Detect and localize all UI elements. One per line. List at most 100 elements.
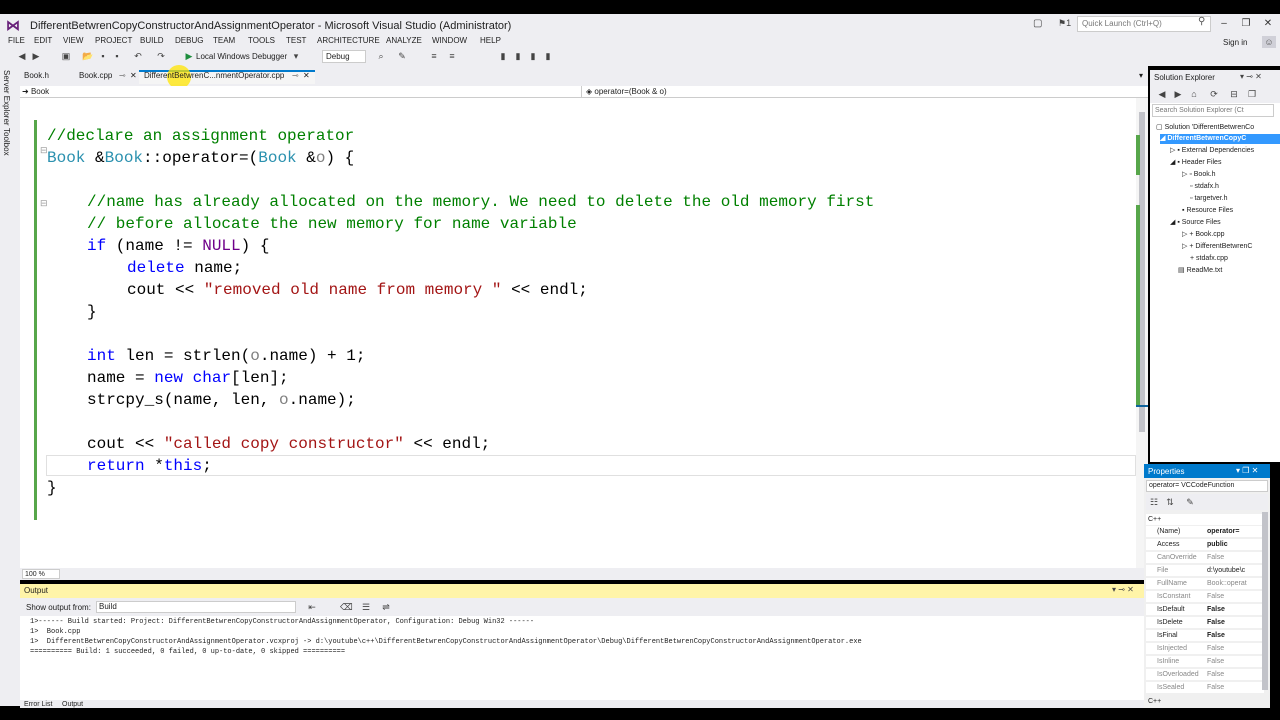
uncomment-icon[interactable]: ≡ <box>446 50 458 62</box>
tree-item-external-deps[interactable]: ▷ ▪ External Dependencies <box>1170 146 1254 156</box>
code-line-11[interactable]: int len = strlen(o.name) + 1; <box>87 345 365 367</box>
back-icon[interactable]: ◀ <box>16 50 28 62</box>
undo-icon[interactable]: ↶ <box>132 50 144 62</box>
tab-output[interactable]: Output <box>62 701 83 708</box>
code-line-1[interactable]: //declare an assignment operator <box>47 125 354 147</box>
property-row[interactable]: FullName Book::operat <box>1146 578 1264 590</box>
local-windows-debugger-button[interactable]: Local Windows Debugger <box>196 50 287 63</box>
property-row[interactable]: CanOverride False <box>1146 552 1264 564</box>
property-row[interactable]: IsDelete False <box>1146 617 1264 629</box>
home-icon[interactable]: ⌂ <box>1188 88 1200 100</box>
menu-view[interactable]: VIEW <box>63 36 83 46</box>
tree-item-targetver-h[interactable]: ▫ targetver.h <box>1190 194 1228 204</box>
collapse-outline-icon[interactable]: ⊟ <box>40 198 48 209</box>
alphabetical-icon[interactable]: ⇅ <box>1164 496 1176 508</box>
clear-bookmarks-icon[interactable]: ▮ <box>542 50 554 62</box>
tree-item-stdafx-cpp[interactable]: + stdafx.cpp <box>1190 254 1228 264</box>
output-text-area[interactable] <box>20 616 1144 700</box>
close-tab-icon[interactable]: ✕ <box>130 71 137 80</box>
code-line-5[interactable]: // before allocate the new memory for na… <box>87 213 577 235</box>
forward-icon[interactable]: ▶ <box>30 50 42 62</box>
menu-help[interactable]: HELP <box>480 36 501 46</box>
properties-controls[interactable]: ▾ ❐ ✕ <box>1236 466 1258 475</box>
code-line-8[interactable]: cout << "removed old name from memory " … <box>127 279 588 301</box>
clear-all-icon[interactable]: ⌫ <box>340 601 353 613</box>
quick-launch-input[interactable]: Quick Launch (Ctrl+Q) <box>1077 16 1211 32</box>
tree-item-readme[interactable]: ▤ ReadMe.txt <box>1178 266 1222 276</box>
new-project-icon[interactable]: ▣ <box>60 50 72 62</box>
toggle-wrap-icon[interactable]: ⇌ <box>380 601 392 613</box>
toolbox-tab[interactable]: Toolbox <box>2 128 11 156</box>
next-bookmark-icon[interactable]: ▮ <box>527 50 539 62</box>
menu-test[interactable]: TEST <box>286 36 306 46</box>
code-line-12[interactable]: name = new char[len]; <box>87 367 289 389</box>
tree-item-resource-files[interactable]: ▪ Resource Files <box>1182 206 1233 216</box>
show-all-files-icon[interactable]: ❐ <box>1246 88 1258 100</box>
zoom-level-select[interactable]: 100 % <box>22 569 60 579</box>
properties-object-select[interactable]: operator= VCCodeFunction <box>1146 480 1268 492</box>
collapse-all-icon[interactable]: ⊟ <box>1228 88 1240 100</box>
tree-item-source-files[interactable]: ◢ ▪ Source Files <box>1170 218 1221 228</box>
menu-edit[interactable]: EDIT <box>34 36 52 46</box>
word-wrap-icon[interactable]: ☰ <box>360 601 372 613</box>
tab-book-h[interactable]: Book.h <box>24 71 49 80</box>
property-row[interactable]: IsOverloaded False <box>1146 669 1264 681</box>
menu-analyze[interactable]: ANALYZE <box>386 36 422 46</box>
build-icon[interactable]: ✎ <box>396 50 408 62</box>
tree-item-header-files[interactable]: ◢ ▪ Header Files <box>1170 158 1221 168</box>
minimize-button[interactable]: – <box>1214 16 1234 32</box>
menu-architecture[interactable]: ARCHITECTURE <box>317 36 380 46</box>
debugger-dropdown-icon[interactable]: ▾ <box>290 50 302 62</box>
close-window-button[interactable]: ✕ <box>1258 16 1278 32</box>
prev-bookmark-icon[interactable]: ▮ <box>512 50 524 62</box>
output-panel-controls[interactable]: ▾ ⊸ ✕ <box>1112 585 1134 594</box>
code-line-7[interactable]: delete name; <box>127 257 242 279</box>
property-row[interactable]: IsInjected False <box>1146 643 1264 655</box>
tab-error-list[interactable]: Error List <box>24 701 52 708</box>
tree-item-main-cpp[interactable]: ▷ + DifferentBetwrenC <box>1182 242 1252 252</box>
property-row[interactable]: Access public <box>1146 539 1264 551</box>
member-scope-dropdown[interactable]: ◈ operator=(Book & o) <box>586 86 1136 97</box>
sign-in-link[interactable]: Sign in <box>1223 38 1247 47</box>
forward-icon[interactable]: ▶ <box>1172 88 1184 100</box>
redo-icon[interactable]: ↷ <box>155 50 167 62</box>
sync-icon[interactable]: ⟳ <box>1208 88 1220 100</box>
menu-project[interactable]: PROJECT <box>95 36 132 46</box>
property-pages-icon[interactable]: ✎ <box>1184 496 1196 508</box>
tab-book-cpp[interactable]: Book.cpp <box>79 71 112 80</box>
property-row[interactable]: IsSealed False <box>1146 682 1264 694</box>
menu-build[interactable]: BUILD <box>140 36 164 46</box>
code-line-17[interactable]: } <box>47 477 57 499</box>
tab-overflow-icon[interactable]: ▾ <box>1139 71 1143 80</box>
property-category[interactable]: C++ <box>1146 514 1264 526</box>
code-line-4[interactable]: //name has already allocated on the memo… <box>87 191 874 213</box>
menu-file[interactable]: FILE <box>8 36 25 46</box>
code-line-15[interactable]: cout << "called copy constructor" << end… <box>87 433 490 455</box>
back-icon[interactable]: ◀ <box>1156 88 1168 100</box>
code-line-9[interactable]: } <box>87 301 97 323</box>
property-row[interactable]: File d:\youtube\c <box>1146 565 1264 577</box>
start-debug-icon[interactable]: ▶ <box>183 50 195 62</box>
menu-window[interactable]: WINDOW <box>432 36 467 46</box>
solution-configuration-select[interactable]: Debug <box>322 50 366 63</box>
code-line-16[interactable]: return *this; <box>87 455 212 477</box>
find-message-icon[interactable]: ⇤ <box>306 601 318 613</box>
feedback-flag-icon[interactable]: ⚑1 <box>1058 18 1071 29</box>
pin-icon[interactable]: ⊸ <box>119 71 126 80</box>
code-line-2[interactable]: Book &Book::operator=(Book &o) { <box>47 147 354 169</box>
menu-team[interactable]: TEAM <box>213 36 235 46</box>
bookmark-icon[interactable]: ▮ <box>497 50 509 62</box>
tree-item-book-cpp[interactable]: ▷ + Book.cpp <box>1182 230 1225 240</box>
properties-scrollbar[interactable] <box>1262 512 1268 690</box>
property-row[interactable]: IsConstant False <box>1146 591 1264 603</box>
solution-search-input[interactable]: Search Solution Explorer (Ct <box>1152 104 1274 117</box>
comment-icon[interactable]: ≡ <box>428 50 440 62</box>
tree-item-project[interactable]: ◢ DifferentBetwrenCopyC <box>1160 134 1280 144</box>
tree-item-book-h[interactable]: ▷ ▫ Book.h <box>1182 170 1216 180</box>
property-row[interactable]: IsFinal False <box>1146 630 1264 642</box>
notification-icon[interactable]: ▢ <box>1033 18 1042 29</box>
save-icon[interactable]: ▪ <box>97 50 109 62</box>
categorized-icon[interactable]: ☷ <box>1148 496 1160 508</box>
close-tab-icon[interactable]: ✕ <box>303 71 310 80</box>
property-row[interactable]: (Name) operator= <box>1146 526 1264 538</box>
